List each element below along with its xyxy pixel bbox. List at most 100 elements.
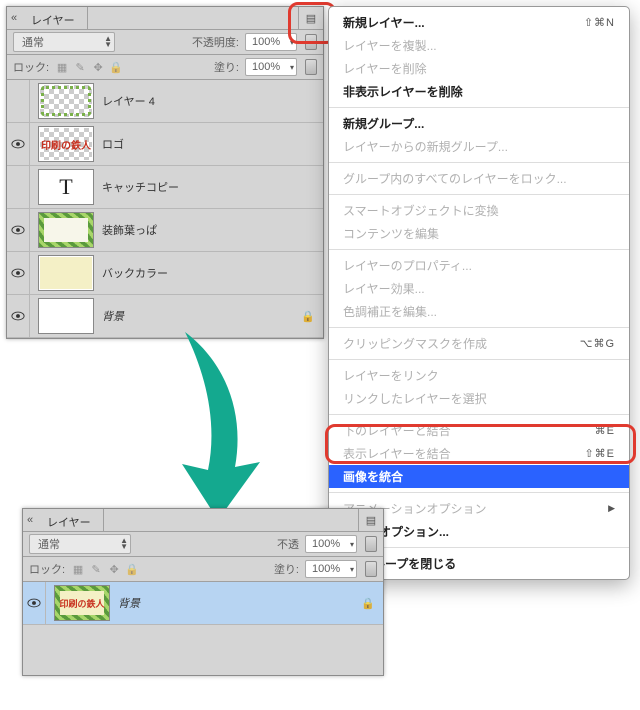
menu-separator xyxy=(329,194,629,195)
menu-item: スマートオブジェクトに変換 xyxy=(329,199,629,222)
layer-thumbnail[interactable] xyxy=(38,255,94,291)
lock-all-icon[interactable]: 🔒 xyxy=(109,60,123,74)
layers-panel-before: « レイヤー ▤ 通常 ▲▼ 不透明度: 100% ▾ ロック: ▦ ✎ ✥ 🔒… xyxy=(6,6,324,339)
layer-row[interactable]: レイヤー 4 xyxy=(7,80,323,123)
menu-item: クリッピングマスクを作成⌥⌘G xyxy=(329,332,629,355)
menu-item-label: スマートオブジェクトに変換 xyxy=(343,202,499,219)
lock-position-icon[interactable]: ✥ xyxy=(91,60,105,74)
eye-icon xyxy=(27,598,41,608)
layers-list: 印刷の鉄人 背景 🔒 xyxy=(23,582,383,675)
eye-icon xyxy=(11,225,25,235)
menu-shortcut: ⌥⌘G xyxy=(580,337,615,350)
menu-separator xyxy=(329,249,629,250)
layer-row-background[interactable]: 印刷の鉄人 背景 🔒 xyxy=(23,582,383,625)
menu-shortcut: ⇧⌘E xyxy=(584,447,615,460)
opacity-scrubber[interactable] xyxy=(305,34,317,50)
visibility-toggle[interactable] xyxy=(7,295,30,337)
menu-item[interactable]: 新規レイヤー...⇧⌘N xyxy=(329,11,629,34)
panel-tab-layers[interactable]: レイヤー xyxy=(21,7,88,29)
collapse-icon[interactable]: « xyxy=(23,509,37,531)
layer-name[interactable]: キャッチコピー xyxy=(102,179,179,195)
lock-transparency-icon[interactable]: ▦ xyxy=(55,60,69,74)
opacity-scrubber[interactable] xyxy=(365,536,377,552)
layer-thumbnail[interactable]: 印刷の鉄人 xyxy=(38,126,94,162)
panel-menu-button[interactable]: ▤ xyxy=(358,509,383,531)
layer-thumbnail[interactable] xyxy=(38,212,94,248)
menu-item-label: 新規レイヤー... xyxy=(343,14,425,31)
layer-name[interactable]: レイヤー 4 xyxy=(102,93,155,109)
select-arrows-icon: ▲▼ xyxy=(120,538,128,550)
layer-thumbnail[interactable]: T xyxy=(38,169,94,205)
dropdown-icon: ▾ xyxy=(350,540,354,549)
layer-thumbnail[interactable]: 印刷の鉄人 xyxy=(54,585,110,621)
panel-header: « レイヤー ▤ xyxy=(23,509,383,532)
menu-item-label: コンテンツを編集 xyxy=(343,225,439,242)
lock-icon: 🔒 xyxy=(361,597,375,610)
lock-fill-row: ロック: ▦ ✎ ✥ 🔒 塗り: 100% ▾ xyxy=(7,55,323,80)
layer-row[interactable]: 装飾葉っぱ xyxy=(7,209,323,252)
empty-area xyxy=(23,625,383,675)
fill-value: 100% xyxy=(312,563,350,575)
layer-thumbnail[interactable] xyxy=(38,83,94,119)
layer-name[interactable]: 背景 xyxy=(102,308,124,324)
tab-label: レイヤー xyxy=(47,514,91,530)
menu-item[interactable]: 非表示レイヤーを削除 xyxy=(329,80,629,103)
layer-name[interactable]: ロゴ xyxy=(102,136,124,152)
menu-item[interactable]: 新規グループ... xyxy=(329,112,629,135)
fill-scrubber[interactable] xyxy=(305,59,317,75)
panel-menu-button[interactable]: ▤ xyxy=(298,7,323,29)
lock-image-icon[interactable]: ✎ xyxy=(89,562,103,576)
menu-item-label: 非表示レイヤーを削除 xyxy=(343,83,463,100)
lock-all-icon[interactable]: 🔒 xyxy=(125,562,139,576)
menu-item: レイヤーを削除 xyxy=(329,57,629,80)
layer-name[interactable]: 背景 xyxy=(118,595,140,611)
layer-row[interactable]: バックカラー xyxy=(7,252,323,295)
layer-row[interactable]: 印刷の鉄人ロゴ xyxy=(7,123,323,166)
layer-row[interactable]: 背景🔒 xyxy=(7,295,323,338)
lock-position-icon[interactable]: ✥ xyxy=(107,562,121,576)
layers-panel-context-menu: 新規レイヤー...⇧⌘Nレイヤーを複製...レイヤーを削除非表示レイヤーを削除新… xyxy=(328,6,630,580)
lock-image-icon[interactable]: ✎ xyxy=(73,60,87,74)
lock-transparency-icon[interactable]: ▦ xyxy=(71,562,85,576)
dropdown-icon: ▾ xyxy=(290,63,294,72)
menu-item-label: グループ内のすべてのレイヤーをロック... xyxy=(343,170,567,187)
menu-item: レイヤーを複製... xyxy=(329,34,629,57)
eye-icon xyxy=(11,139,25,149)
visibility-toggle[interactable] xyxy=(7,209,30,251)
layer-thumbnail[interactable] xyxy=(38,298,94,334)
menu-item-label: 表示レイヤーを結合 xyxy=(343,445,451,462)
visibility-toggle[interactable] xyxy=(7,252,30,294)
layer-name[interactable]: バックカラー xyxy=(102,265,168,281)
layer-name[interactable]: 装飾葉っぱ xyxy=(102,222,157,238)
blend-mode-select[interactable]: 通常 ▲▼ xyxy=(13,32,115,52)
opacity-value: 100% xyxy=(312,538,350,550)
menu-item: レイヤーをリンク xyxy=(329,364,629,387)
fill-input[interactable]: 100% ▾ xyxy=(305,560,357,578)
panel-tab-layers[interactable]: レイヤー xyxy=(37,509,104,531)
opacity-input[interactable]: 100% ▾ xyxy=(245,33,297,51)
menu-separator xyxy=(329,492,629,493)
annotation-arrow-icon xyxy=(170,332,290,522)
opacity-input[interactable]: 100% ▾ xyxy=(305,535,357,553)
visibility-toggle[interactable] xyxy=(7,80,30,122)
lock-label: ロック: xyxy=(29,561,65,577)
menu-separator xyxy=(329,359,629,360)
fill-scrubber[interactable] xyxy=(365,561,377,577)
visibility-toggle[interactable] xyxy=(7,123,30,165)
submenu-arrow-icon: ▶ xyxy=(608,503,615,514)
blend-mode-select[interactable]: 通常 ▲▼ xyxy=(29,534,131,554)
collapse-icon[interactable]: « xyxy=(7,7,21,29)
menu-item: レイヤーのプロパティ... xyxy=(329,254,629,277)
layer-row[interactable]: T キャッチコピー xyxy=(7,166,323,209)
menu-item-label: レイヤーを削除 xyxy=(343,60,427,77)
visibility-toggle[interactable] xyxy=(23,582,46,624)
menu-item-label: 下のレイヤーと結合 xyxy=(343,422,451,439)
fill-input[interactable]: 100% ▾ xyxy=(245,58,297,76)
layers-panel-after: « レイヤー ▤ 通常 ▲▼ 不透 100% ▾ ロック: ▦ ✎ ✥ 🔒 塗り… xyxy=(22,508,384,676)
visibility-toggle[interactable] xyxy=(7,166,30,208)
menu-item-label: 色調補正を編集... xyxy=(343,303,437,320)
lock-label: ロック: xyxy=(13,59,49,75)
menu-item: レイヤー効果... xyxy=(329,277,629,300)
menu-item: コンテンツを編集 xyxy=(329,222,629,245)
menu-item[interactable]: 画像を統合 xyxy=(329,465,629,488)
